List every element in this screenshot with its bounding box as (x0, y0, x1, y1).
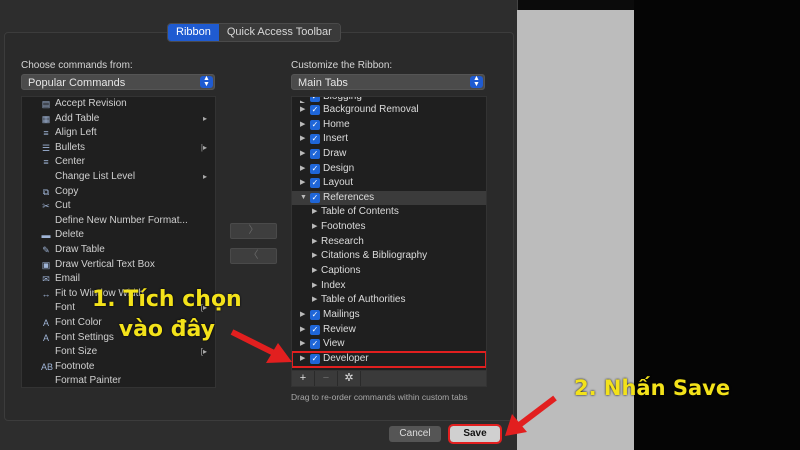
annotation-step-1: 1. Tích chọn vào đây (92, 285, 242, 345)
annotation-step-1-line-2: vào đây (118, 317, 215, 342)
arrow-to-save (505, 395, 557, 436)
annotation-step-1-line-1: 1. Tích chọn (92, 287, 242, 312)
annotation-step-2: 2. Nhấn Save (574, 376, 731, 400)
